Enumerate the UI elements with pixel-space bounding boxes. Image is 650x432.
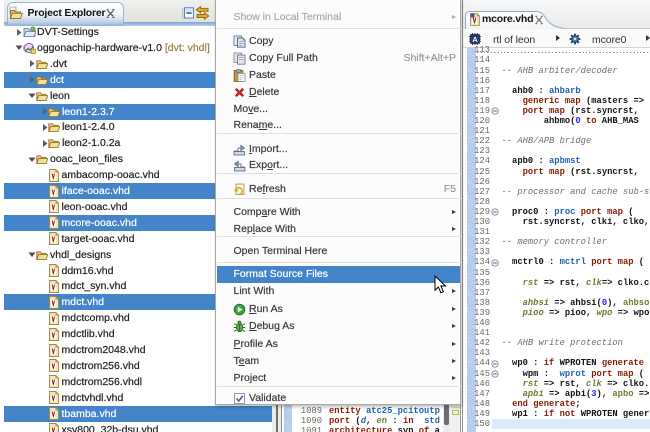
svg-text:A: A	[472, 35, 478, 44]
